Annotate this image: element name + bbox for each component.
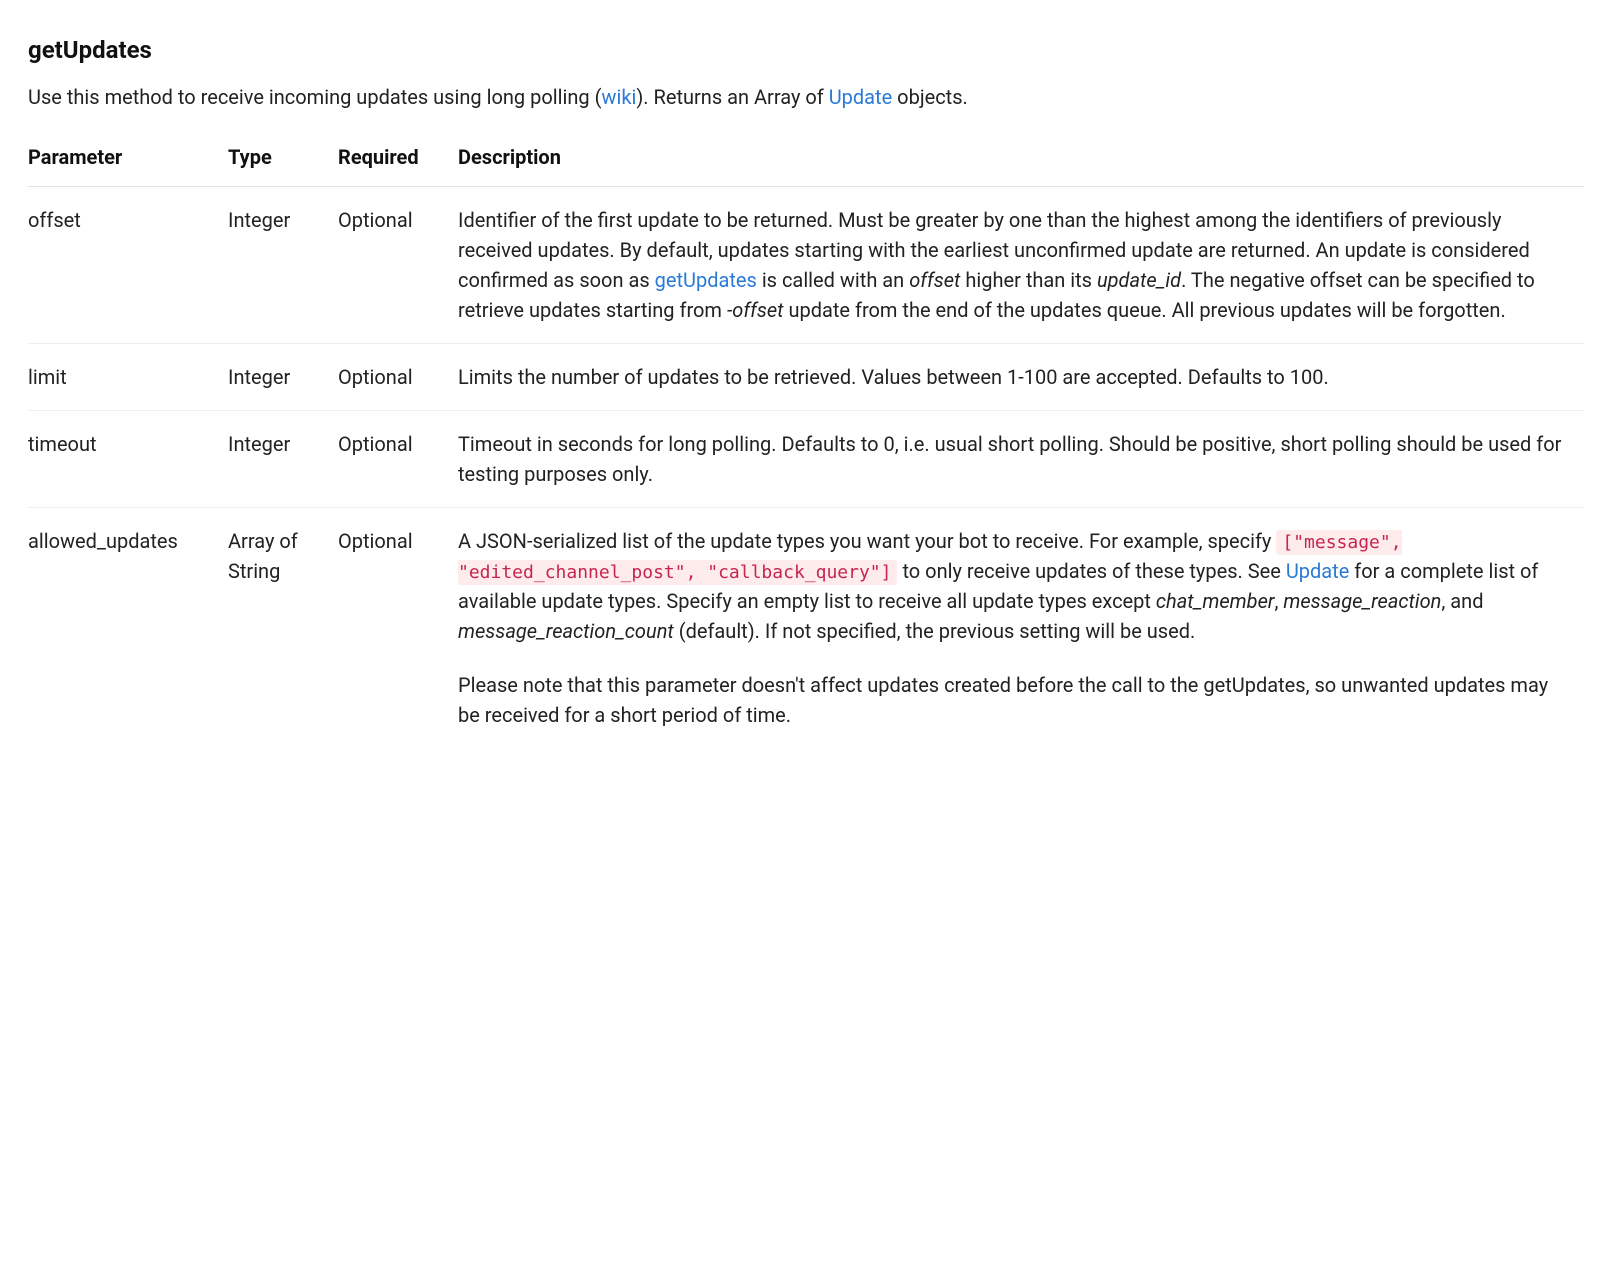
param-description: A JSON-serialized list of the update typ… — [458, 508, 1584, 749]
desc-text: is called with an — [757, 268, 909, 292]
desc-text: Limits the number of updates to be retri… — [458, 362, 1572, 392]
param-required: Optional — [338, 344, 458, 411]
desc-em: -offset — [727, 298, 784, 322]
param-type: Integer — [228, 344, 338, 411]
desc-text: to only receive updates of these types. … — [897, 559, 1285, 583]
table-row: allowed_updates Array of String Optional… — [28, 508, 1584, 749]
param-type: Array of String — [228, 508, 338, 749]
desc-text: A JSON-serialized list of the update typ… — [458, 529, 1276, 553]
desc-text: higher than its — [960, 268, 1097, 292]
method-intro: Use this method to receive incoming upda… — [28, 82, 1584, 112]
desc-em: message_reaction_count — [458, 619, 674, 643]
param-name: offset — [28, 187, 228, 344]
desc-em: update_id — [1097, 268, 1181, 292]
param-name: allowed_updates — [28, 508, 228, 749]
param-required: Optional — [338, 187, 458, 344]
param-required: Optional — [338, 508, 458, 749]
desc-text: Timeout in seconds for long polling. Def… — [458, 429, 1572, 489]
param-description: Identifier of the first update to be ret… — [458, 187, 1584, 344]
desc-text: , — [1274, 589, 1283, 613]
desc-text: (default). If not specified, the previou… — [674, 619, 1196, 643]
desc-em: message_reaction — [1283, 589, 1441, 613]
intro-text: ). Returns an Array of — [636, 85, 828, 109]
table-row: limit Integer Optional Limits the number… — [28, 344, 1584, 411]
method-title: getUpdates — [28, 32, 1584, 68]
th-required: Required — [338, 132, 458, 187]
desc-text: , and — [1441, 589, 1483, 613]
param-type: Integer — [228, 411, 338, 508]
desc-em: chat_member — [1156, 589, 1275, 613]
param-name: limit — [28, 344, 228, 411]
desc-text: Please note that this parameter doesn't … — [458, 670, 1572, 730]
table-row: timeout Integer Optional Timeout in seco… — [28, 411, 1584, 508]
desc-text: update from the end of the updates queue… — [784, 298, 1506, 322]
th-parameter: Parameter — [28, 132, 228, 187]
update-link[interactable]: Update — [829, 85, 893, 109]
param-required: Optional — [338, 411, 458, 508]
update-link[interactable]: Update — [1286, 559, 1350, 583]
param-description: Timeout in seconds for long polling. Def… — [458, 411, 1584, 508]
intro-text: Use this method to receive incoming upda… — [28, 85, 601, 109]
wiki-link[interactable]: wiki — [601, 85, 636, 109]
th-description: Description — [458, 132, 1584, 187]
table-header-row: Parameter Type Required Description — [28, 132, 1584, 187]
param-type: Integer — [228, 187, 338, 344]
intro-text: objects. — [892, 85, 968, 109]
desc-em: offset — [909, 268, 960, 292]
param-name: timeout — [28, 411, 228, 508]
table-row: offset Integer Optional Identifier of th… — [28, 187, 1584, 344]
getupdates-link[interactable]: getUpdates — [655, 268, 757, 292]
param-description: Limits the number of updates to be retri… — [458, 344, 1584, 411]
parameters-table: Parameter Type Required Description offs… — [28, 132, 1584, 748]
th-type: Type — [228, 132, 338, 187]
